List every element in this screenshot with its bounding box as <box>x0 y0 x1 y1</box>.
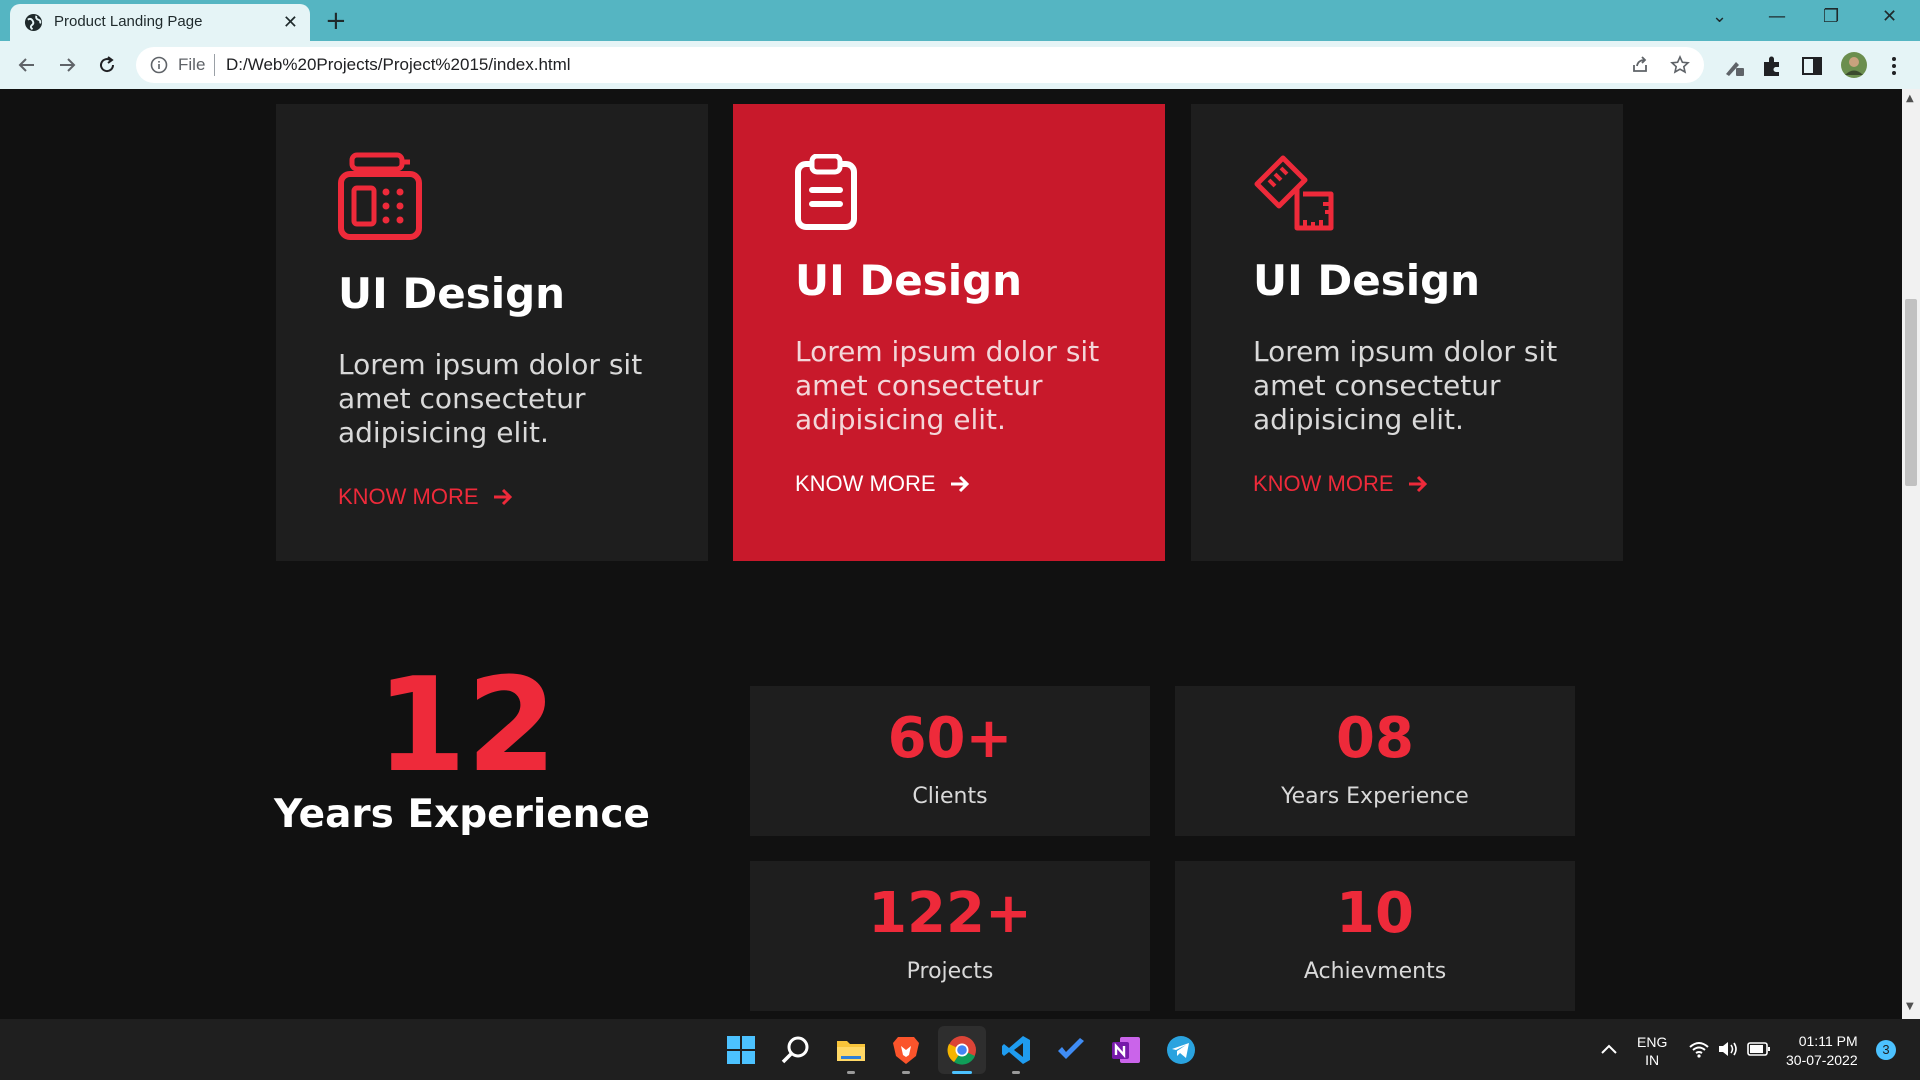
browser-tab-bar: Product Landing Page ✕ + ⌄ — ❐ ✕ <box>0 0 1920 41</box>
service-title: UI Design <box>1253 256 1481 305</box>
stat-value: 60+ <box>887 706 1013 771</box>
running-indicator <box>1012 1071 1020 1074</box>
page-viewport: UI Design Lorem ipsum dolor sit amet con… <box>0 89 1902 1019</box>
reload-button[interactable] <box>92 50 122 80</box>
browser-tab[interactable]: Product Landing Page ✕ <box>10 4 310 41</box>
share-icon[interactable] <box>1630 55 1650 75</box>
running-indicator <box>847 1071 855 1074</box>
windows-taskbar: ENG IN 01:11 PM 30-07-2022 3 <box>0 1019 1920 1080</box>
service-card-1: UI Design Lorem ipsum dolor sit amet con… <box>276 104 708 561</box>
address-separator <box>214 54 215 76</box>
search-icon[interactable] <box>780 1034 812 1066</box>
file-explorer-icon[interactable] <box>835 1034 867 1066</box>
stat-clients: 60+ Clients <box>750 686 1150 836</box>
clipboard-icon <box>795 154 857 230</box>
scroll-down-icon[interactable]: ▼ <box>1906 1001 1914 1012</box>
language-indicator[interactable]: ENG IN <box>1637 1033 1667 1069</box>
side-panel-icon[interactable] <box>1800 54 1824 78</box>
vscode-icon[interactable] <box>1000 1034 1032 1066</box>
wifi-icon[interactable] <box>1688 1040 1710 1058</box>
forward-arrow-icon <box>60 58 76 72</box>
stat-value: 10 <box>1336 881 1414 946</box>
address-scheme: File <box>178 55 206 74</box>
arrow-right-icon <box>950 475 969 493</box>
ruler-pencil-icon <box>1254 155 1334 231</box>
vertical-scrollbar[interactable]: ▲ ▼ <box>1902 89 1920 1019</box>
windows-start-icon[interactable] <box>725 1034 757 1066</box>
address-bar[interactable]: File D:/Web%20Projects/Project%2015/inde… <box>136 47 1704 83</box>
clock-date: 30-07-2022 <box>1786 1052 1858 1068</box>
volume-icon[interactable] <box>1717 1040 1739 1058</box>
stat-projects: 122+ Projects <box>750 861 1150 1011</box>
service-description: Lorem ipsum dolor sit amet consectetur a… <box>1253 335 1558 436</box>
language-code: ENG <box>1637 1034 1668 1050</box>
reload-icon <box>100 56 115 73</box>
forward-button[interactable] <box>52 50 82 80</box>
extension-pen-icon[interactable] <box>1722 54 1746 78</box>
stat-label: Projects <box>906 959 994 984</box>
know-more-link[interactable]: KNOW MORE <box>795 471 970 497</box>
running-indicator <box>902 1071 910 1074</box>
arrow-right-icon <box>493 488 512 506</box>
new-tab-button[interactable]: + <box>325 6 347 36</box>
minimize-button[interactable]: — <box>1768 6 1786 27</box>
know-more-label: KNOW MORE <box>795 471 936 496</box>
region-code: IN <box>1645 1052 1660 1068</box>
close-window-button[interactable]: ✕ <box>1882 6 1897 27</box>
browser-toolbar: File D:/Web%20Projects/Project%2015/inde… <box>0 41 1920 89</box>
telegram-icon[interactable] <box>1165 1034 1197 1066</box>
service-title: UI Design <box>338 269 566 318</box>
site-info-icon[interactable] <box>150 56 168 74</box>
stat-achievements: 10 Achievments <box>1175 861 1575 1011</box>
service-card-2: UI Design Lorem ipsum dolor sit amet con… <box>733 104 1165 561</box>
back-button[interactable] <box>12 50 42 80</box>
todo-icon[interactable] <box>1055 1034 1087 1066</box>
experience-label: Years Experience <box>274 792 651 837</box>
stat-label: Achievments <box>1303 959 1447 984</box>
extensions-puzzle-icon[interactable] <box>1760 54 1784 78</box>
know-more-label: KNOW MORE <box>338 484 479 509</box>
battery-icon[interactable] <box>1747 1041 1771 1057</box>
fax-machine-icon <box>338 152 422 240</box>
stat-label: Years Experience <box>1281 784 1469 809</box>
globe-icon <box>24 13 43 32</box>
scrollbar-thumb[interactable] <box>1905 299 1917 486</box>
experience-number: 12 <box>376 649 557 801</box>
clock[interactable]: 01:11 PM 30-07-2022 <box>1786 1032 1858 1070</box>
scroll-up-icon[interactable]: ▲ <box>1906 93 1914 104</box>
bookmark-star-icon[interactable] <box>1670 55 1690 75</box>
stat-value: 122+ <box>868 881 1032 946</box>
address-url[interactable]: D:/Web%20Projects/Project%2015/index.htm… <box>226 55 571 75</box>
arrow-right-icon <box>1408 475 1427 493</box>
chrome-icon[interactable] <box>946 1034 978 1066</box>
tab-search-icon[interactable]: ⌄ <box>1712 6 1727 27</box>
service-description: Lorem ipsum dolor sit amet consectetur a… <box>795 335 1100 436</box>
profile-avatar[interactable] <box>1840 51 1868 79</box>
back-arrow-icon <box>18 58 34 72</box>
onenote-icon[interactable] <box>1110 1034 1142 1066</box>
brave-icon[interactable] <box>890 1034 922 1066</box>
know-more-link[interactable]: KNOW MORE <box>1253 471 1428 497</box>
chevron-up-icon[interactable] <box>1600 1042 1618 1056</box>
know-more-link[interactable]: KNOW MORE <box>338 484 513 510</box>
close-tab-icon[interactable]: ✕ <box>283 12 298 33</box>
menu-kebab-icon[interactable] <box>1882 54 1906 78</box>
stat-years: 08 Years Experience <box>1175 686 1575 836</box>
stat-label: Clients <box>912 784 988 809</box>
know-more-label: KNOW MORE <box>1253 471 1394 496</box>
notification-badge[interactable]: 3 <box>1876 1040 1896 1060</box>
tab-title: Product Landing Page <box>54 13 203 30</box>
active-indicator <box>952 1071 972 1074</box>
restore-button[interactable]: ❐ <box>1823 6 1839 27</box>
stat-value: 08 <box>1336 706 1414 771</box>
service-title: UI Design <box>795 256 1023 305</box>
service-description: Lorem ipsum dolor sit amet consectetur a… <box>338 348 643 449</box>
service-card-3: UI Design Lorem ipsum dolor sit amet con… <box>1191 104 1623 561</box>
clock-time: 01:11 PM <box>1798 1033 1858 1049</box>
